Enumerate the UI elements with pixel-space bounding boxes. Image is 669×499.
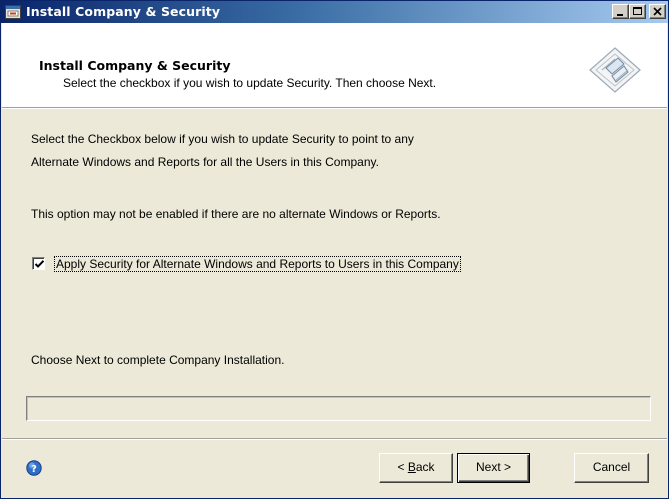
instruction-line-4: Choose Next to complete Company Installa…	[31, 353, 285, 367]
page-subtitle: Select the checkbox if you wish to updat…	[63, 76, 437, 90]
cancel-button[interactable]: Cancel	[574, 453, 649, 483]
wizard-diamond-icon	[588, 46, 642, 94]
instruction-line-3: This option may not be enabled if there …	[31, 207, 441, 221]
back-button-rest: ack	[415, 460, 435, 474]
minimize-icon	[617, 14, 623, 16]
instruction-line-1: Select the Checkbox below if you wish to…	[31, 132, 414, 146]
svg-text:?: ?	[31, 464, 37, 475]
install-progress-bar	[26, 396, 651, 421]
window-title: Install Company & Security	[26, 4, 221, 19]
apply-security-label[interactable]: Apply Security for Alternate Windows and…	[54, 256, 461, 272]
install-company-security-dialog: Install Company & Security Install Compa…	[0, 0, 669, 499]
maximize-button[interactable]	[629, 4, 646, 19]
back-button[interactable]: < Back	[379, 453, 453, 483]
close-icon	[653, 7, 662, 16]
maximize-icon	[633, 7, 642, 15]
checkmark-icon	[34, 260, 45, 268]
footer-divider	[2, 438, 667, 440]
apply-security-checkbox[interactable]	[32, 257, 45, 270]
close-button[interactable]	[649, 4, 666, 19]
next-button[interactable]: Next >	[457, 453, 530, 483]
help-icon[interactable]: ?	[26, 460, 42, 476]
minimize-button[interactable]	[612, 4, 629, 19]
wizard-header: Install Company & Security Select the ch…	[2, 23, 667, 108]
title-bar[interactable]: Install Company & Security	[1, 1, 668, 23]
header-divider	[2, 108, 667, 109]
app-icon	[5, 4, 21, 20]
back-button-accel: B	[407, 460, 416, 474]
page-title: Install Company & Security	[39, 58, 231, 73]
instruction-line-2: Alternate Windows and Reports for all th…	[31, 155, 379, 169]
back-button-prefix: <	[397, 460, 408, 474]
